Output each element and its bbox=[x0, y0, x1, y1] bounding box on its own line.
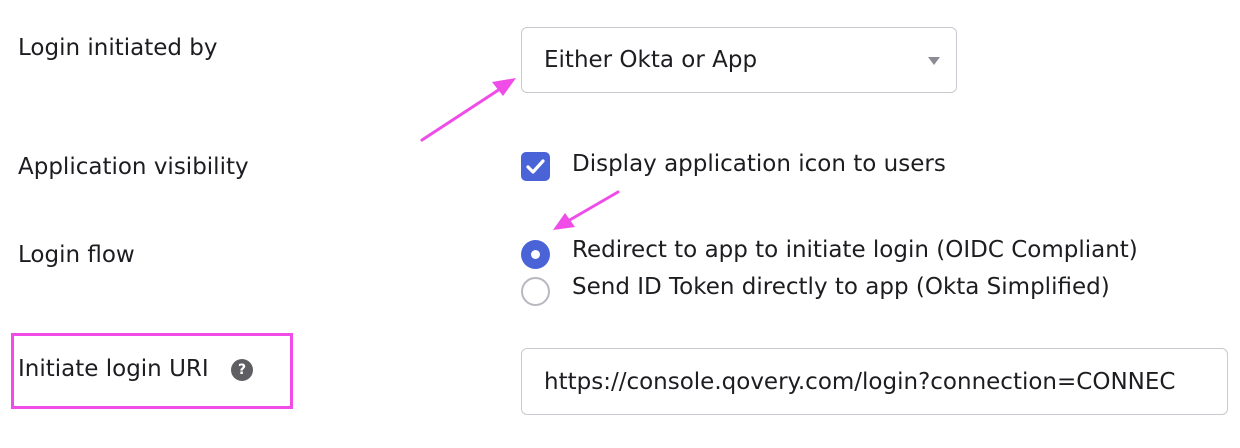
initiate-login-uri-input[interactable]: https://console.qovery.com/login?connect… bbox=[521, 348, 1228, 415]
login-initiated-by-label: Login initiated by bbox=[18, 35, 218, 61]
display-icon-checkbox[interactable] bbox=[521, 152, 550, 181]
login-flow-option-send-id-token-label: Send ID Token directly to app (Okta Simp… bbox=[572, 274, 1110, 300]
okta-app-settings-form: Login initiated by Either Okta or App Ap… bbox=[0, 0, 1240, 448]
chevron-down-icon bbox=[928, 57, 940, 65]
login-flow-radio-send-id-token[interactable] bbox=[521, 277, 550, 306]
checkmark-icon bbox=[526, 159, 545, 174]
login-initiated-by-selected-value: Either Okta or App bbox=[544, 47, 758, 73]
login-initiated-by-select[interactable]: Either Okta or App bbox=[521, 27, 957, 93]
login-flow-radio-redirect[interactable] bbox=[521, 240, 550, 269]
highlight-box-annotation bbox=[11, 333, 293, 409]
initiate-login-uri-value: https://console.qovery.com/login?connect… bbox=[544, 369, 1176, 395]
arrow-to-radio-annotation bbox=[553, 190, 620, 230]
login-flow-option-redirect-label: Redirect to app to initiate login (OIDC … bbox=[572, 237, 1138, 263]
login-flow-label: Login flow bbox=[18, 242, 135, 268]
display-icon-option-label: Display application icon to users bbox=[572, 151, 946, 177]
arrow-to-dropdown-annotation bbox=[420, 78, 516, 142]
application-visibility-label: Application visibility bbox=[18, 154, 249, 180]
